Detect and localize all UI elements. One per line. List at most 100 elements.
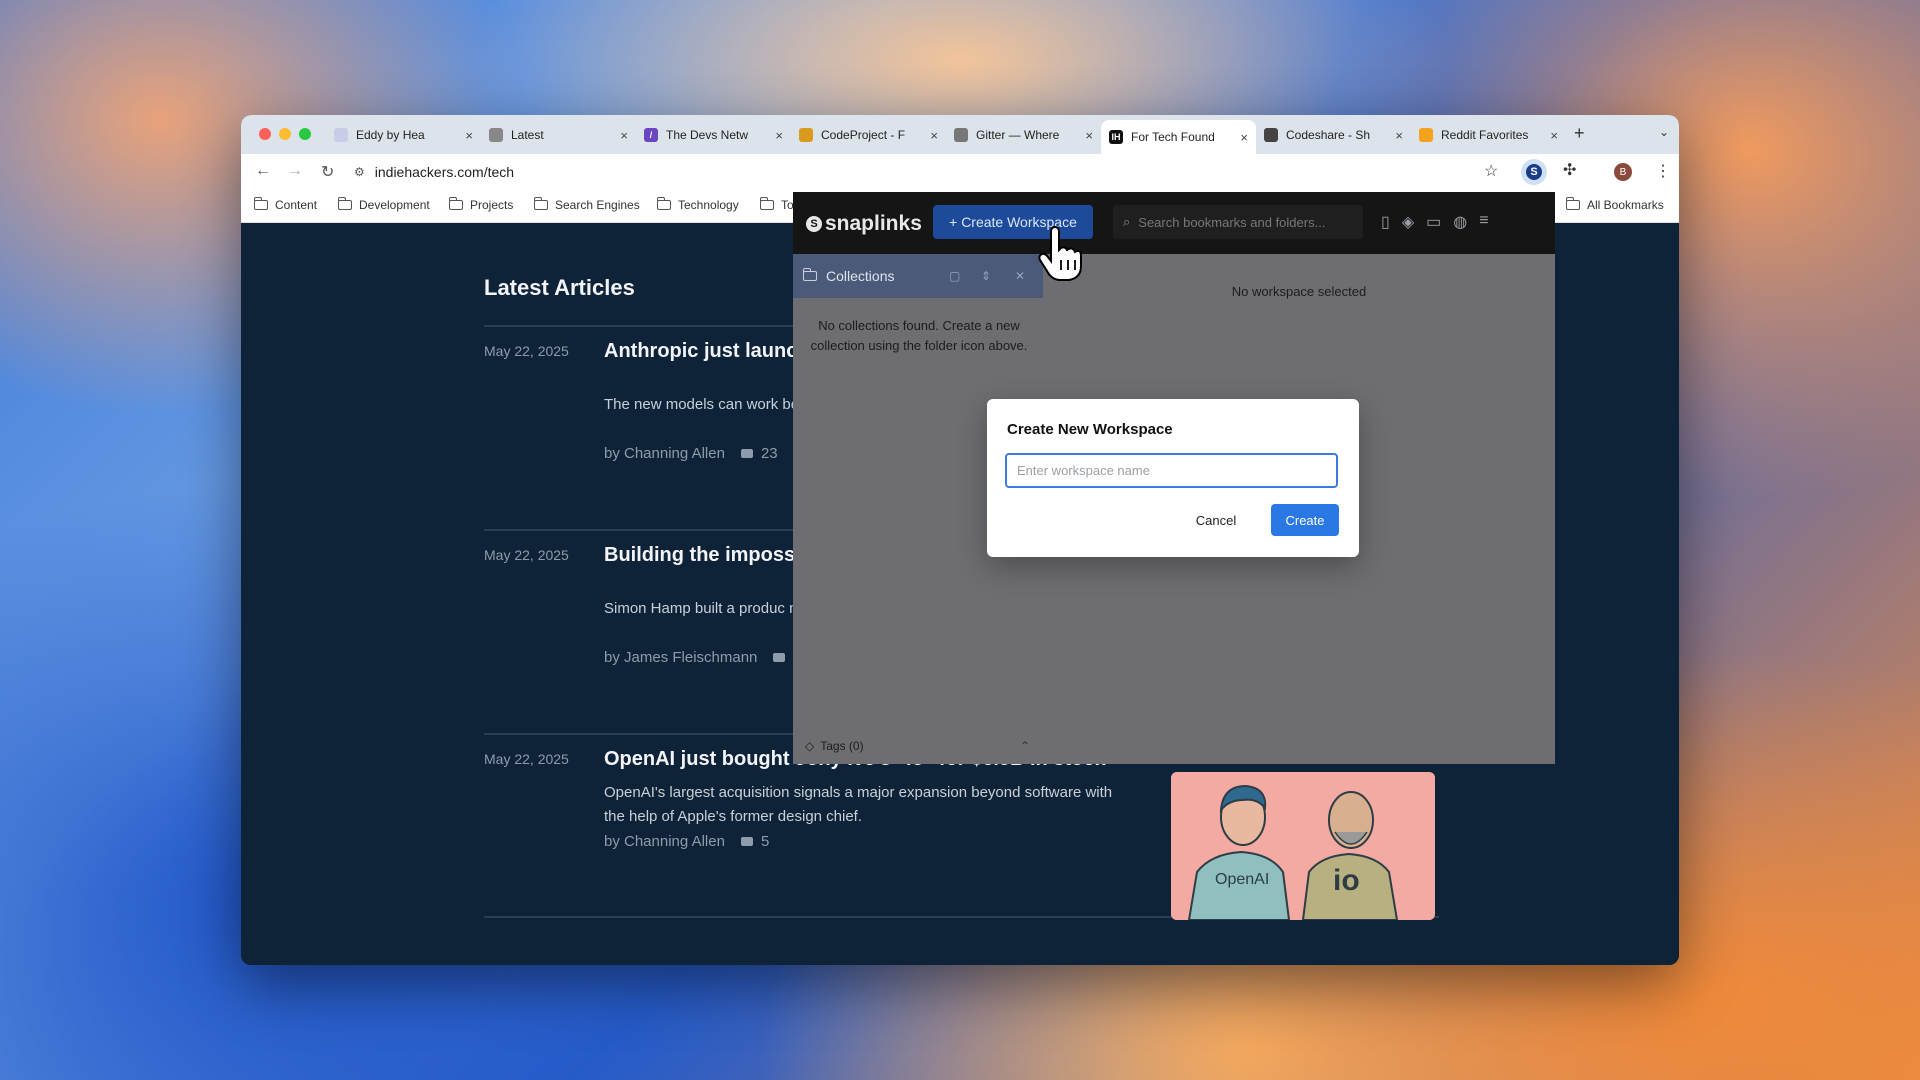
tab-search-chevron-icon[interactable]: ⌄ — [1659, 125, 1669, 139]
bookmark-folder-development[interactable]: Development — [337, 197, 430, 212]
tab-3[interactable]: CodeProject - F × — [791, 120, 946, 150]
layers-icon[interactable]: ◈ — [1402, 212, 1414, 232]
collapse-icon[interactable]: ✕ — [1015, 269, 1025, 283]
globe-icon[interactable]: ◍ — [1453, 212, 1467, 232]
address-bar[interactable]: ⚙ indiehackers.com/tech — [346, 158, 1486, 186]
tab-favicon: / — [644, 128, 658, 142]
bookmark-folder-content[interactable]: Content — [253, 197, 317, 212]
folder-icon — [253, 197, 268, 210]
chevron-up-icon[interactable]: ⌃ — [1020, 739, 1030, 753]
folder-icon — [1565, 197, 1580, 210]
bookmark-search-input[interactable]: ⌕ Search bookmarks and folders... — [1113, 205, 1363, 239]
minimize-window-button[interactable] — [279, 128, 291, 140]
maximize-window-button[interactable] — [299, 128, 311, 140]
snaplinks-extension-icon[interactable]: S — [1521, 159, 1547, 185]
tags-section[interactable]: ◇ Tags (0) ⌃ — [805, 739, 1030, 753]
menu-icon[interactable]: ≡ — [1479, 212, 1488, 232]
io-shirt-label: io — [1333, 864, 1360, 897]
close-tab-icon[interactable]: × — [465, 128, 473, 143]
comment-count: 5 — [760, 833, 770, 850]
close-tab-icon[interactable]: × — [620, 128, 628, 143]
folder-icon — [448, 197, 463, 210]
hand-cursor-icon — [1037, 225, 1083, 287]
tab-label: Codeshare - Sh — [1286, 128, 1371, 142]
back-arrow-icon[interactable]: ← — [255, 162, 271, 180]
close-tab-icon[interactable]: × — [1395, 128, 1403, 143]
tab-bar: Eddy by Hea × Latest × / The Devs Netw × CodePr… — [241, 115, 1679, 154]
bookmark-icon[interactable]: ▯ — [1381, 212, 1390, 232]
browser-toolbar: ← → ↻ ⚙ indiehackers.com/tech ☆ S ✣ B ⋮ — [241, 154, 1679, 190]
close-tab-icon[interactable]: × — [775, 128, 783, 143]
folder-icon — [533, 197, 548, 210]
tag-icon: ◇ — [805, 739, 815, 753]
url-text: indiehackers.com/tech — [374, 164, 515, 180]
comment-count: 23 — [760, 445, 778, 462]
close-tab-icon[interactable]: × — [1240, 130, 1248, 145]
workspace-name-input[interactable] — [1005, 453, 1338, 488]
article-meta: by James Fleischmann — [604, 649, 793, 666]
tab-label: CodeProject - F — [821, 128, 906, 142]
reload-icon[interactable]: ↻ — [321, 162, 334, 182]
extensions-puzzle-icon[interactable]: ✣ — [1563, 160, 1576, 180]
tab-strip: Eddy by Hea × Latest × / The Devs Netw × CodePr… — [326, 120, 1566, 154]
article-date: May 22, 2025 — [484, 343, 569, 359]
article-author[interactable]: by Channing Allen — [604, 833, 725, 850]
close-tab-icon[interactable]: × — [1085, 128, 1093, 143]
create-workspace-dialog: Create New Workspace Cancel Create — [987, 399, 1359, 557]
new-folder-icon[interactable]: ▢ — [949, 269, 960, 283]
bookmark-folder-projects[interactable]: Projects — [448, 197, 513, 212]
collections-label: Collections — [826, 268, 895, 284]
article-author[interactable]: by Channing Allen — [604, 445, 725, 462]
tab-6[interactable]: Codeshare - Sh × — [1256, 120, 1411, 150]
tab-favicon — [954, 128, 968, 142]
site-settings-icon[interactable]: ⚙ — [354, 165, 365, 179]
all-bookmarks-button[interactable]: All Bookmarks — [1565, 197, 1664, 212]
bookmark-folder-technology[interactable]: Technology — [656, 197, 739, 212]
bookmark-star-icon[interactable]: ☆ — [1484, 161, 1498, 181]
snaplinks-logo-icon: S — [806, 216, 822, 232]
search-placeholder: Search bookmarks and folders... — [1138, 214, 1326, 230]
tab-label: Eddy by Hea — [356, 128, 425, 142]
snaplinks-logo: Ssnaplinks — [806, 212, 922, 236]
folder-icon — [656, 197, 671, 210]
tab-favicon — [799, 128, 813, 142]
tab-favicon: IH — [1109, 130, 1123, 144]
no-workspace-message: No workspace selected — [1231, 284, 1367, 299]
article-author[interactable]: by James Fleischmann — [604, 649, 757, 666]
tab-2[interactable]: / The Devs Netw × — [636, 120, 791, 150]
tab-7[interactable]: Reddit Favorites × — [1411, 120, 1566, 150]
close-tab-icon[interactable]: × — [930, 128, 938, 143]
tab-4[interactable]: Gitter — Where × — [946, 120, 1101, 150]
book-icon[interactable]: ▭ — [1426, 212, 1441, 232]
tab-label: The Devs Netw — [666, 128, 749, 142]
tab-0[interactable]: Eddy by Hea × — [326, 120, 481, 150]
article-excerpt: OpenAI's largest acquisition signals a m… — [604, 784, 1113, 825]
window-controls — [259, 128, 311, 140]
tab-favicon — [1264, 128, 1278, 142]
new-tab-button[interactable]: + — [1574, 123, 1585, 144]
search-icon: ⌕ — [1123, 214, 1131, 229]
tab-favicon — [489, 128, 503, 142]
close-window-button[interactable] — [259, 128, 271, 140]
forward-arrow-icon[interactable]: → — [287, 162, 303, 180]
bookmark-folder-search-engines[interactable]: Search Engines — [533, 197, 640, 212]
tab-favicon — [1419, 128, 1433, 142]
tab-5[interactable]: IH For Tech Found × — [1101, 120, 1256, 154]
close-tab-icon[interactable]: × — [1550, 128, 1558, 143]
bookmark-folder-to[interactable]: To — [759, 197, 794, 212]
profile-avatar[interactable]: B — [1614, 163, 1632, 181]
article-thumbnail-image[interactable]: OpenAI io — [1171, 772, 1435, 920]
openai-shirt-label: OpenAI — [1215, 871, 1269, 888]
browser-menu-icon[interactable]: ⋮ — [1655, 161, 1671, 181]
header-icons: ▯ ◈ ▭ ◍ ≡ — [1381, 212, 1489, 232]
tab-label: Latest — [511, 128, 544, 142]
tab-1[interactable]: Latest × — [481, 120, 636, 150]
create-button[interactable]: Create — [1271, 504, 1339, 536]
tab-label: Gitter — Where — [976, 128, 1060, 142]
sort-icon[interactable]: ⇕ — [981, 269, 991, 283]
cancel-button[interactable]: Cancel — [1185, 504, 1247, 536]
article-meta: by Channing Allen 23 — [604, 445, 778, 462]
section-heading: Latest Articles — [484, 275, 635, 300]
tab-label: For Tech Found — [1131, 130, 1215, 144]
tab-favicon — [334, 128, 348, 142]
